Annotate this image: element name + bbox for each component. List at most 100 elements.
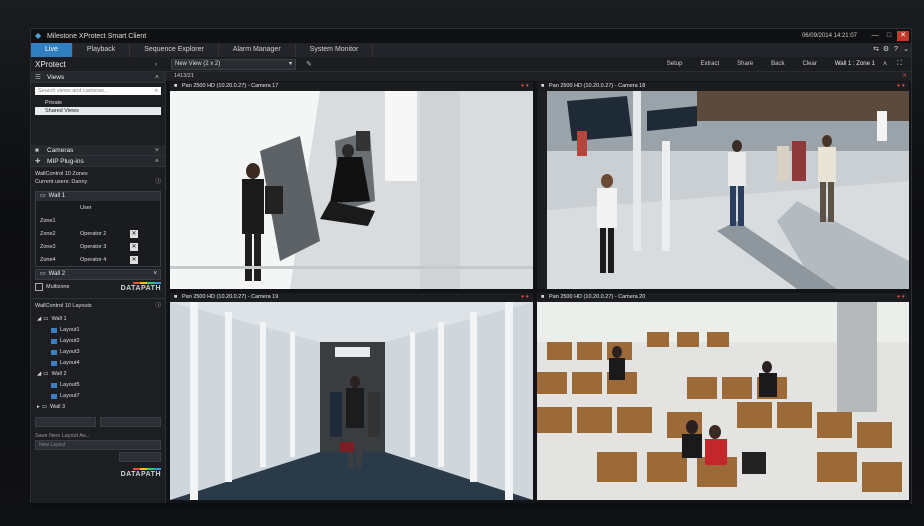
zone-row[interactable]: Zone1 — [36, 214, 160, 227]
wrench-icon[interactable]: ✎ — [306, 60, 312, 68]
monitor-icon: ▭ — [40, 193, 46, 199]
menu-chevron-icon[interactable]: ⌄ — [901, 43, 911, 57]
info-icon[interactable]: ⓘ — [155, 178, 161, 186]
wall-node[interactable]: ▸ ▭ Wall 3 — [35, 402, 161, 413]
zone-name: Zone3 — [40, 243, 56, 250]
save-layout-button[interactable] — [119, 452, 161, 462]
layout-item[interactable]: Layout4 — [35, 358, 161, 369]
camera-feed-image — [170, 302, 533, 500]
camera-tile[interactable]: ■ Pan 2500 HD (10.20.0.27) - Camera 18 ●… — [537, 82, 909, 289]
tab-playback[interactable]: Playback — [73, 43, 131, 57]
maximize-icon[interactable]: □ — [883, 31, 895, 41]
layouts-title: WallControl 10 Layouts — [35, 303, 92, 309]
tab-live[interactable]: Live — [31, 43, 73, 57]
back-button[interactable]: Back — [771, 61, 784, 67]
camera-title: Pan 2500 HD (10.20.0.27) - Camera 20 — [549, 294, 646, 300]
zone-name: Zone2 — [40, 230, 56, 237]
zone-name: Zone1 — [40, 217, 56, 224]
layout-item[interactable]: Layout1 — [35, 325, 161, 336]
tab-sequence-explorer[interactable]: Sequence Explorer — [130, 43, 219, 57]
wall-1-header[interactable]: ▭ Wall 1 — [36, 192, 160, 201]
tab-system-monitor[interactable]: System Monitor — [296, 43, 374, 57]
wall-2-header[interactable]: ▭ Wall 2 ˅ — [36, 270, 160, 279]
views-search-input[interactable]: Search views and cameras... ⌕ — [35, 87, 161, 95]
wall-2-label: Wall 2 — [48, 271, 66, 277]
fullscreen-icon[interactable]: ⛶ — [897, 60, 907, 68]
remove-user-icon[interactable]: ✕ — [130, 229, 138, 238]
zone-row[interactable]: Zone4 Operator 4 ✕ — [36, 253, 160, 266]
wall-node[interactable]: ◢ ▭ Wall 1 — [35, 314, 161, 325]
chevron-down-icon: ▾ — [288, 60, 292, 67]
tree-item-private[interactable]: Private — [35, 99, 161, 107]
current-users: Current users: Danny — [35, 179, 88, 185]
expand-up-icon[interactable]: ˄ — [883, 61, 893, 68]
chevron-up-icon: ˄ — [155, 157, 159, 165]
layout-item[interactable]: Layout2 — [35, 336, 161, 347]
clear-button[interactable]: Clear — [803, 61, 817, 67]
layout-item[interactable]: Layout7 — [35, 391, 161, 402]
camera-tile[interactable]: ■ Pan 2500 HD (10.20.0.27) - Camera 17 ●… — [170, 82, 533, 289]
layout-label: Layout2 — [60, 338, 80, 344]
remove-user-icon[interactable]: ✕ — [130, 242, 138, 251]
tab-alarm-manager[interactable]: Alarm Manager — [219, 43, 296, 57]
monitor-icon: ▭ — [40, 271, 46, 277]
camera-title: Pan 2500 HD (10.20.0.27) - Camera 19 — [182, 294, 279, 300]
view-selector[interactable]: New View (2 x 2) ▾ — [171, 58, 296, 70]
view-header-label: 1413/21 — [174, 73, 194, 79]
zone-user: Operator 2 — [80, 230, 107, 237]
layouts-panel: WallControl 10 Layouts ⓘ ◢ ▭ Wall 1 Layou… — [31, 299, 165, 481]
record-icon: ● ● — [896, 294, 905, 300]
share-button[interactable]: Share — [737, 61, 753, 67]
search-icon: ⌕ — [154, 88, 158, 94]
camera-tile[interactable]: ■ Pan 2500 HD (10.20.0.27) - Camera 19 ●… — [170, 293, 533, 500]
layout-item[interactable]: Layout3 — [35, 347, 161, 358]
extract-button[interactable]: Extract — [700, 61, 719, 67]
remove-user-icon[interactable]: ✕ — [130, 255, 138, 264]
multizone-checkbox[interactable] — [35, 283, 43, 291]
cameras-title: Cameras — [47, 146, 74, 154]
layout-item[interactable]: Layout5 — [35, 380, 161, 391]
camera-header: ■ Pan 2500 HD (10.20.0.27) - Camera 18 ●… — [537, 82, 909, 91]
wall-zone-selector[interactable]: Wall 1 : Zone 1 — [835, 61, 875, 67]
new-layout-input[interactable]: New Layout — [35, 440, 161, 450]
title-bar: ◆ Milestone XProtect Smart Client 06/09/… — [31, 29, 911, 43]
minimize-icon[interactable]: — — [869, 31, 881, 41]
monitor-icon: ▭ — [43, 371, 49, 377]
record-icon: ● ● — [896, 83, 905, 89]
wall-node[interactable]: ◢ ▭ Wall 2 — [35, 369, 161, 380]
datapath-logo-bars — [133, 282, 161, 284]
zone-row[interactable]: Zone3 Operator 3 ✕ — [36, 240, 160, 253]
camera-header: ■ Pan 2500 HD (10.20.0.27) - Camera 20 ●… — [537, 293, 909, 302]
wall-1-label: Wall 1 — [48, 193, 66, 199]
clock: 06/09/2014 14:21:07 — [801, 33, 857, 39]
mip-section-header[interactable]: ✚ MIP Plug-ins ˄ — [31, 156, 165, 167]
cameras-section-header[interactable]: ■ Cameras ˅ — [31, 145, 165, 156]
record-icon: ● ● — [520, 83, 529, 89]
layout-label: Layout5 — [60, 382, 80, 388]
wall-node-label: Wall 3 — [49, 404, 66, 410]
wall-2-box: ▭ Wall 2 ˅ — [35, 269, 161, 280]
monitor-icon: ▭ — [43, 316, 49, 322]
tree-item-shared-views[interactable]: Shared Views — [35, 107, 161, 115]
close-icon[interactable]: ✕ — [897, 31, 909, 41]
camera-feed-image — [170, 91, 533, 289]
help-icon[interactable]: ? — [891, 43, 901, 57]
camera-icon: ■ — [541, 83, 545, 89]
view-header: 1413/21 ✕ — [166, 72, 911, 81]
layout-action-button[interactable] — [35, 417, 96, 427]
product-name: XProtect — [35, 59, 66, 69]
collapse-panel-icon[interactable]: ‹ — [155, 61, 165, 68]
chevron-down-icon: ˅ — [153, 271, 157, 277]
zone-header-row: User — [36, 201, 160, 214]
zone-row[interactable]: Zone2 Operator 2 ✕ — [36, 227, 160, 240]
connect-icon[interactable]: ⇆ — [871, 43, 881, 57]
camera-tile[interactable]: ■ Pan 2500 HD (10.20.0.27) - Camera 20 ●… — [537, 293, 909, 500]
camera-icon: ■ — [541, 294, 545, 300]
monitor-icon: ▭ — [41, 404, 47, 410]
setup-button[interactable]: Setup — [667, 61, 683, 67]
info-icon[interactable]: ⓘ — [155, 302, 161, 310]
close-icon[interactable]: ✕ — [902, 72, 907, 81]
layout-action-button[interactable] — [100, 417, 161, 427]
settings-icon[interactable]: ⚙ — [881, 43, 891, 57]
views-section-header[interactable]: ☰ Views ˄ — [31, 72, 165, 83]
